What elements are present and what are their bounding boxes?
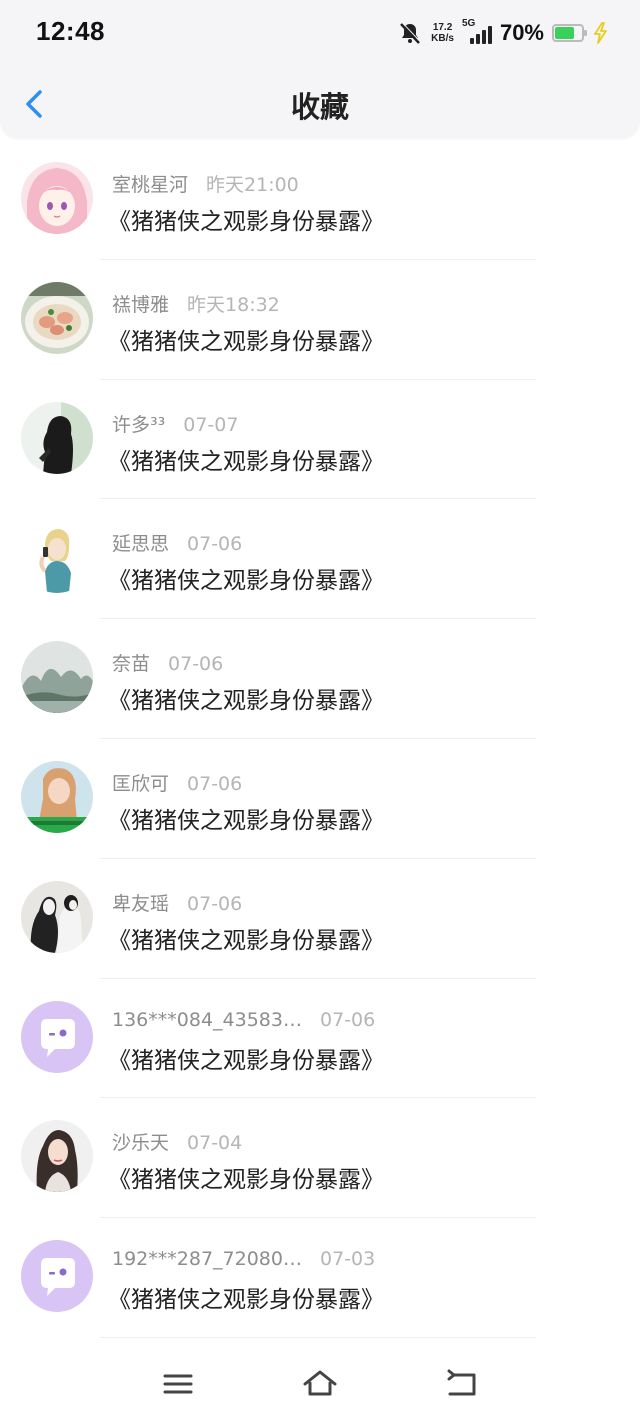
list-item[interactable]: 匡欣可 07-06 《猪猪侠之观影身份暴露》 — [0, 739, 640, 859]
net-speed-value: 17.2 — [432, 22, 453, 33]
item-meta: 延思思 07-06 — [112, 529, 242, 556]
avatar[interactable] — [21, 401, 93, 474]
list-item[interactable]: 192***287_72080… 07-03 《猪猪侠之观影身份暴露》 — [0, 1218, 640, 1338]
timestamp: 07-04 — [187, 1132, 243, 1155]
list-item[interactable]: 许多³³ 07-07 《猪猪侠之观影身份暴露》 — [0, 380, 640, 500]
item-meta: 卑友瑶 07-06 — [112, 889, 242, 916]
list-item[interactable]: 卑友瑶 07-06 《猪猪侠之观影身份暴露》 — [0, 859, 640, 979]
list-item[interactable]: 禚博雅 昨天18:32 《猪猪侠之观影身份暴露》 — [0, 260, 640, 380]
avatar[interactable] — [21, 760, 93, 833]
user-name: 奈苗 — [112, 653, 151, 676]
item-title: 《猪猪侠之观影身份暴露》 — [108, 1167, 384, 1194]
item-meta: 奈苗 07-06 — [112, 649, 223, 676]
favorites-list: 室桃星河 昨天21:00 《猪猪侠之观影身份暴露》 禚博雅 昨天18:32 《猪猪侠… — [0, 140, 640, 1338]
timestamp: 昨天18:32 — [187, 293, 280, 316]
item-title: 《猪猪侠之观影身份暴露》 — [108, 209, 384, 235]
user-name: 沙乐天 — [112, 1132, 170, 1155]
anime-girl-avatar-icon — [21, 162, 93, 234]
net-speed-unit: KB/s — [431, 33, 454, 44]
battery-percent: 70% — [499, 20, 544, 45]
user-name: 匡欣可 — [112, 772, 170, 795]
timestamp: 07-06 — [168, 653, 224, 676]
item-meta: 沙乐天 07-04 — [112, 1128, 242, 1155]
item-title: 《猪猪侠之观影身份暴露》 — [108, 328, 384, 355]
timestamp: 07-06 — [319, 1008, 376, 1031]
timestamp: 07-03 — [319, 1248, 376, 1271]
cartoon-phone-avatar-icon — [21, 521, 93, 594]
avatar[interactable] — [21, 162, 93, 234]
user-name: 136***084_43583… — [112, 1008, 302, 1031]
timestamp: 07-06 — [187, 892, 243, 915]
item-title: 《猪猪侠之观影身份暴露》 — [108, 448, 384, 475]
item-meta: 室桃星河 昨天21:00 — [112, 170, 299, 197]
user-name: 卑友瑶 — [112, 892, 170, 915]
landscape-avatar-icon — [21, 641, 93, 714]
signal-icon: 5G — [462, 18, 492, 44]
avatar[interactable] — [21, 521, 93, 594]
timestamp: 昨天21:00 — [206, 174, 299, 196]
back-icon[interactable] — [444, 1367, 480, 1401]
item-title: 《猪猪侠之观影身份暴露》 — [108, 1047, 384, 1074]
divider — [100, 1336, 536, 1338]
avatar[interactable] — [21, 641, 93, 714]
item-meta: 许多³³ 07-07 — [112, 410, 238, 437]
user-name: 室桃星河 — [112, 174, 189, 196]
status-time: 12:48 — [36, 16, 105, 46]
list-item[interactable]: 奈苗 07-06 《猪猪侠之观影身份暴露》 — [0, 619, 640, 739]
user-name: 禚博雅 — [112, 293, 170, 316]
timestamp: 07-06 — [187, 533, 243, 556]
avatar[interactable] — [21, 1000, 93, 1073]
list-item[interactable]: 136***084_43583… 07-06 《猪猪侠之观影身份暴露》 — [0, 979, 640, 1099]
avatar[interactable] — [21, 880, 93, 953]
system-nav-bar — [0, 1345, 640, 1422]
portrait-avatar-icon — [21, 1120, 93, 1193]
timestamp: 07-07 — [183, 413, 239, 436]
item-title: 《猪猪侠之观影身份暴露》 — [108, 807, 384, 834]
user-name: 192***287_72080… — [112, 1248, 302, 1271]
list-item[interactable]: 沙乐天 07-04 《猪猪侠之观影身份暴露》 — [0, 1098, 640, 1219]
default-chat-avatar-icon — [21, 1000, 93, 1073]
item-meta: 匡欣可 07-06 — [112, 769, 242, 796]
default-chat-avatar-icon — [21, 1240, 93, 1313]
user-name: 延思思 — [112, 533, 170, 556]
item-meta: 禚博雅 昨天18:32 — [112, 290, 280, 317]
status-icons: 17.2 KB/s 5G 70% — [397, 18, 608, 48]
net-speed: 17.2 KB/s — [431, 22, 454, 44]
item-title: 《猪猪侠之观影身份暴露》 — [108, 1287, 384, 1314]
timestamp: 07-06 — [187, 772, 243, 795]
user-name: 许多³³ — [112, 413, 166, 436]
network-type: 5G — [461, 18, 476, 29]
bell-muted-icon — [400, 22, 422, 44]
item-meta: 192***287_72080… 07-03 — [112, 1248, 375, 1270]
couple-avatar-icon — [21, 880, 93, 953]
item-meta: 136***084_43583… 07-06 — [112, 1009, 375, 1031]
food-avatar-icon — [21, 281, 93, 354]
charging-bolt-icon — [594, 22, 607, 44]
battery-icon — [552, 24, 587, 42]
page-title: 收藏 — [290, 90, 349, 124]
menu-icon[interactable] — [160, 1367, 196, 1401]
list-item[interactable]: 室桃星河 昨天21:00 《猪猪侠之观影身份暴露》 — [0, 140, 640, 260]
avatar[interactable] — [21, 1240, 93, 1313]
header: 收藏 — [0, 66, 640, 138]
status-bar: 12:48 17.2 KB/s 5G 70% — [0, 0, 640, 66]
home-icon[interactable] — [302, 1367, 338, 1401]
avatar[interactable] — [21, 281, 93, 354]
item-title: 《猪猪侠之观影身份暴露》 — [108, 688, 384, 715]
silhouette-avatar-icon — [21, 401, 93, 474]
item-title: 《猪猪侠之观影身份暴露》 — [108, 568, 384, 595]
item-title: 《猪猪侠之观影身份暴露》 — [108, 927, 384, 954]
list-item[interactable]: 延思思 07-06 《猪猪侠之观影身份暴露》 — [0, 499, 640, 620]
woman-photo-avatar-icon — [21, 760, 93, 833]
avatar[interactable] — [21, 1120, 93, 1193]
